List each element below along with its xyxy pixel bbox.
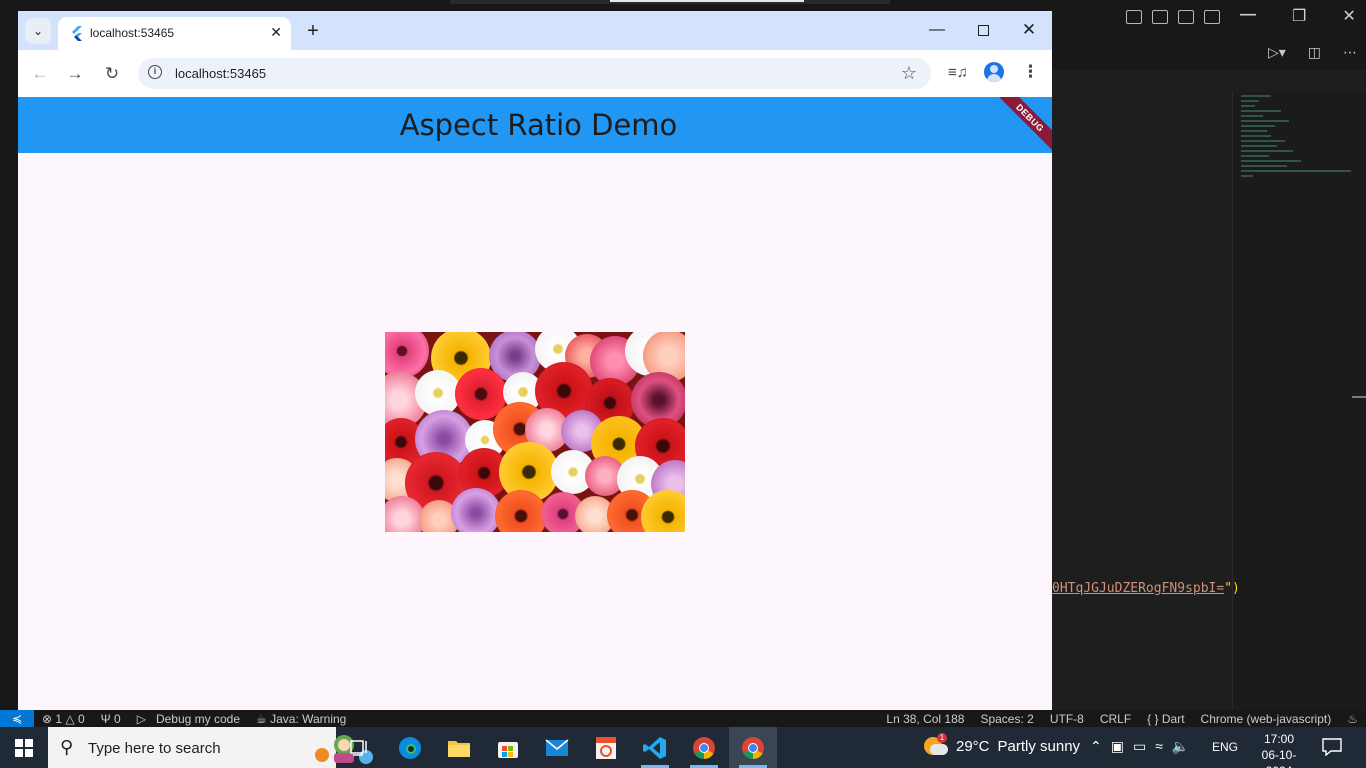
- ports-indicator[interactable]: Ψ 0: [93, 712, 129, 726]
- clock-time: 17:00: [1263, 732, 1295, 746]
- code-closing: "): [1224, 581, 1240, 596]
- edge-browser-icon[interactable]: [386, 727, 434, 768]
- weather-widget[interactable]: 1 29°C Partly sunny: [924, 733, 1081, 757]
- file-explorer-icon[interactable]: [435, 727, 483, 768]
- close-window-icon[interactable]: ✕: [1017, 19, 1041, 41]
- flutter-favicon-icon: [72, 26, 82, 41]
- wifi-icon[interactable]: ≈: [1155, 738, 1163, 755]
- maximize-icon[interactable]: [971, 19, 995, 41]
- app-bar: Aspect Ratio Demo DEBUG: [18, 97, 1052, 159]
- windows-logo-icon: [15, 738, 33, 757]
- minimize-icon[interactable]: —: [925, 19, 949, 41]
- back-arrow-icon[interactable]: ←: [27, 61, 53, 87]
- vscode-layout-controls: [1126, 6, 1220, 28]
- vscode-scrollbar[interactable]: [1352, 396, 1366, 398]
- system-tray: ⌃ ▣ ▭ ≈ 🔈: [1090, 738, 1189, 755]
- taskbar-search[interactable]: ⚲ Type here to search: [48, 727, 373, 768]
- code-string-fragment: 0HTqJGJuDZERogFN9spbI=: [1052, 581, 1225, 596]
- vscode-statusbar: ≼ ⊗ 1 △ 0 Ψ 0 ▷ Debug my code ☕ Java: Wa…: [0, 710, 1366, 727]
- java-status: Java: Warning: [270, 711, 347, 726]
- vscode-command-center[interactable]: [450, 0, 890, 4]
- start-button[interactable]: [0, 727, 48, 768]
- weather-condition: Partly sunny: [997, 737, 1081, 755]
- vscode-editor[interactable]: [1052, 92, 1232, 710]
- flowers-image: [385, 332, 685, 532]
- site-info-icon[interactable]: i: [148, 65, 162, 79]
- chrome-taskbar-icon[interactable]: [680, 727, 728, 768]
- search-placeholder: Type here to search: [88, 740, 221, 757]
- more-actions-icon[interactable]: ⋯: [1343, 44, 1357, 61]
- toggle-secondary-sidebar-icon[interactable]: [1178, 10, 1194, 24]
- profile-avatar-icon[interactable]: [984, 62, 1004, 82]
- active-tab[interactable]: localhost:53465 ✕: [58, 17, 291, 50]
- vscode-command-center-highlight: [610, 0, 804, 2]
- search-icon: ⚲: [60, 737, 74, 757]
- customize-layout-icon[interactable]: [1204, 10, 1220, 24]
- tab-close-icon[interactable]: ✕: [270, 24, 282, 41]
- run-debug-icon[interactable]: ▷▾: [1268, 44, 1286, 61]
- debug-label: Debug my code: [155, 711, 240, 726]
- weather-temp: 29°C: [956, 737, 990, 755]
- windows-taskbar: ⚲ Type here to search 1 29°C Partly sunn…: [0, 727, 1366, 768]
- vscode-taskbar-icon[interactable]: [631, 727, 679, 768]
- flutter-app-page: Aspect Ratio Demo DEBUG: [18, 97, 1052, 710]
- clock-date: 06-10-2024: [1261, 748, 1297, 768]
- tab-title: localhost:53465: [90, 26, 175, 40]
- java-indicator[interactable]: ☕ Java: Warning: [248, 712, 354, 726]
- target-device[interactable]: Chrome (web-javascript): [1193, 712, 1340, 726]
- reload-icon[interactable]: ↻: [99, 61, 125, 87]
- split-editor-icon[interactable]: ◫: [1308, 44, 1321, 61]
- meet-now-icon[interactable]: ▣: [1111, 738, 1124, 755]
- error-count: 1: [55, 711, 63, 726]
- task-view-icon[interactable]: [336, 727, 384, 768]
- vscode-minimize-icon[interactable]: —: [1240, 6, 1256, 26]
- media-controls-icon[interactable]: ≡♫: [948, 64, 968, 81]
- vscode-activity-bar: [0, 34, 18, 710]
- vscode-minimap[interactable]: [1232, 92, 1366, 710]
- forward-arrow-icon[interactable]: →: [62, 61, 88, 87]
- paint-app-icon[interactable]: [582, 727, 630, 768]
- show-hidden-icons-chevron-icon[interactable]: ⌃: [1090, 738, 1102, 755]
- mail-icon[interactable]: [533, 727, 581, 768]
- indentation[interactable]: Spaces: 2: [972, 712, 1041, 726]
- notifications-bell-icon[interactable]: ♨: [1339, 712, 1366, 726]
- toggle-panel-icon[interactable]: [1152, 10, 1168, 24]
- microsoft-store-icon[interactable]: [484, 727, 532, 768]
- partly-sunny-icon: 1: [924, 733, 948, 757]
- remote-indicator-icon[interactable]: ≼: [0, 710, 34, 727]
- vscode-code-line: 0HTqJGJuDZERogFN9spbI="): [1052, 581, 1240, 596]
- warning-count: 0: [77, 711, 85, 726]
- browser-toolbar: ← → ↻ i localhost:53465 ☆ ≡♫ ⋮: [18, 50, 1052, 97]
- new-tab-button[interactable]: +: [300, 18, 326, 44]
- debug-indicator[interactable]: ▷ Debug my code: [129, 712, 248, 726]
- tab-strip: ⌄ localhost:53465 ✕ + — ✕: [18, 11, 1052, 50]
- toggle-primary-sidebar-icon[interactable]: [1126, 10, 1142, 24]
- input-language[interactable]: ENG: [1212, 740, 1238, 754]
- taskbar-clock[interactable]: 17:00 06-10-2024: [1249, 731, 1309, 768]
- address-bar[interactable]: i localhost:53465 ☆: [138, 58, 931, 89]
- line-ending[interactable]: CRLF: [1092, 712, 1139, 726]
- notifications-icon[interactable]: [1322, 738, 1342, 756]
- vscode-editor-actions: ▷▾ ◫ ⋯: [1268, 44, 1357, 61]
- url-text[interactable]: localhost:53465: [175, 66, 266, 81]
- chrome-menu-icon[interactable]: ⋮: [1022, 62, 1039, 82]
- bookmark-star-icon[interactable]: ☆: [901, 63, 917, 84]
- ports-count: 0: [114, 711, 121, 726]
- tab-search-chevron-icon[interactable]: ⌄: [25, 18, 51, 44]
- vscode-restore-icon[interactable]: ❐: [1292, 6, 1306, 26]
- vscode-window-controls: — ❐ ✕: [1240, 6, 1356, 26]
- language-label: Dart: [1161, 711, 1185, 726]
- volume-icon[interactable]: 🔈: [1172, 738, 1189, 755]
- weather-badge: 1: [937, 733, 947, 743]
- chrome-active-taskbar-icon[interactable]: [729, 727, 777, 768]
- encoding[interactable]: UTF-8: [1042, 712, 1092, 726]
- battery-icon[interactable]: ▭: [1133, 738, 1146, 755]
- cursor-position[interactable]: Ln 38, Col 188: [878, 712, 972, 726]
- vscode-close-icon[interactable]: ✕: [1342, 6, 1355, 26]
- chrome-window: ⌄ localhost:53465 ✕ + — ✕ ← → ↻ i localh…: [18, 11, 1052, 710]
- language-mode[interactable]: { } Dart: [1139, 712, 1192, 726]
- problems-indicator[interactable]: ⊗ 1 △ 0: [34, 712, 93, 726]
- app-bar-title: Aspect Ratio Demo: [399, 108, 678, 142]
